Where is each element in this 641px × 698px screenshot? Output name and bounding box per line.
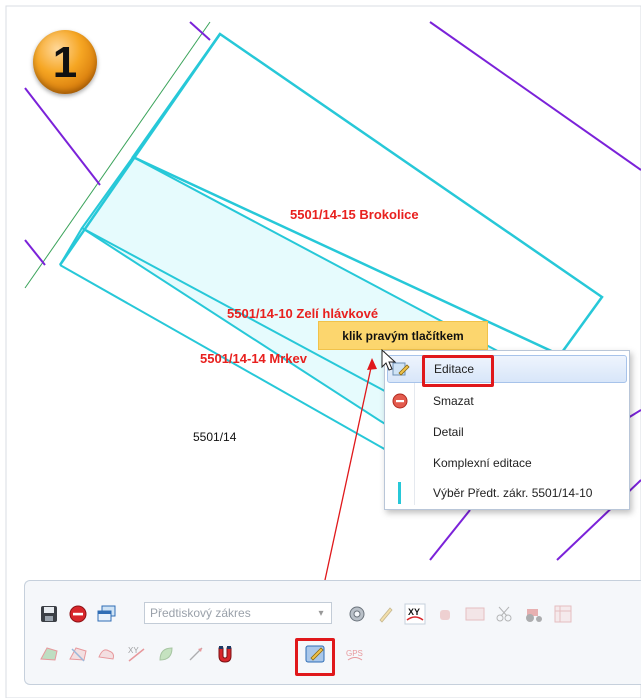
parcel-label-mrkev[interactable]: 5501/14-14 Mrkev (200, 351, 307, 366)
layer-select[interactable]: Předtiskový zákres ▾ (144, 602, 332, 624)
windows-icon[interactable] (95, 602, 119, 626)
menu-item-komplexni-editace[interactable]: Komplexní editace (387, 449, 627, 477)
settings-icon[interactable] (345, 602, 369, 626)
boundary-left (24, 87, 101, 186)
tractor-icon[interactable] (522, 602, 546, 626)
merge-icon[interactable] (95, 642, 119, 666)
menu-item-label: Komplexní editace (433, 456, 532, 470)
scissors-icon[interactable] (492, 602, 516, 626)
chevron-down-icon[interactable]: ▾ (311, 603, 331, 623)
xy-edit-icon[interactable]: XY (125, 642, 149, 666)
step-number: 1 (52, 38, 78, 87)
gps-icon[interactable]: GPS (343, 642, 367, 666)
measure-icon[interactable] (184, 642, 208, 666)
table-icon[interactable] (551, 602, 575, 626)
stop-icon[interactable] (66, 602, 90, 626)
screenshot-frame: 1 5501/14-15 Brokolice 5501/14-10 Zelí h… (0, 0, 641, 698)
map-icon[interactable] (463, 602, 487, 626)
parcel-label-number[interactable]: 5501/14 (193, 430, 236, 444)
menu-item-vyber[interactable]: Výběr Předt. zákr. 5501/14-10 (387, 479, 627, 507)
menu-item-smazat[interactable]: Smazat (387, 387, 627, 415)
menu-item-label: Detail (433, 425, 464, 439)
gps-label: GPS (346, 649, 363, 658)
save-icon[interactable] (37, 602, 61, 626)
polygon-icon[interactable] (37, 642, 61, 666)
delete-icon (387, 388, 413, 414)
context-menu: Editace Smazat Detail Komplexní editace … (384, 350, 630, 510)
split-icon[interactable] (66, 642, 90, 666)
boundary-top-left (189, 21, 211, 41)
boundary-bottom (429, 509, 471, 561)
menu-item-label: Smazat (433, 394, 474, 408)
parcel-label-zeli[interactable]: 5501/14-10 Zelí hlávkové (227, 306, 378, 321)
mouse-cursor-icon (381, 349, 397, 371)
parcel-label-brokolice[interactable]: 5501/14-15 Brokolice (290, 207, 419, 222)
select-bar-icon (387, 480, 413, 506)
step-number-badge: 1 (33, 30, 97, 94)
instruction-tooltip: klik pravým tlačítkem (318, 321, 488, 350)
hand-icon[interactable] (433, 602, 457, 626)
leaf-icon[interactable] (154, 642, 178, 666)
boundary-top-right (429, 21, 641, 171)
edit-tool-highlight-box (295, 638, 335, 676)
editace-highlight-box (422, 355, 494, 387)
menu-item-label: Výběr Předt. zákr. 5501/14-10 (433, 486, 593, 500)
layer-select-placeholder: Předtiskový zákres (150, 606, 251, 620)
xy-label: XY (408, 607, 420, 617)
tooltip-text: klik pravým tlačítkem (342, 328, 464, 343)
menu-item-detail[interactable]: Detail (387, 418, 627, 446)
xy-icon[interactable]: XY (403, 602, 427, 626)
pencil-icon[interactable] (374, 602, 398, 626)
magnet-icon[interactable] (213, 642, 237, 666)
boundary-left-bottom (24, 239, 46, 266)
